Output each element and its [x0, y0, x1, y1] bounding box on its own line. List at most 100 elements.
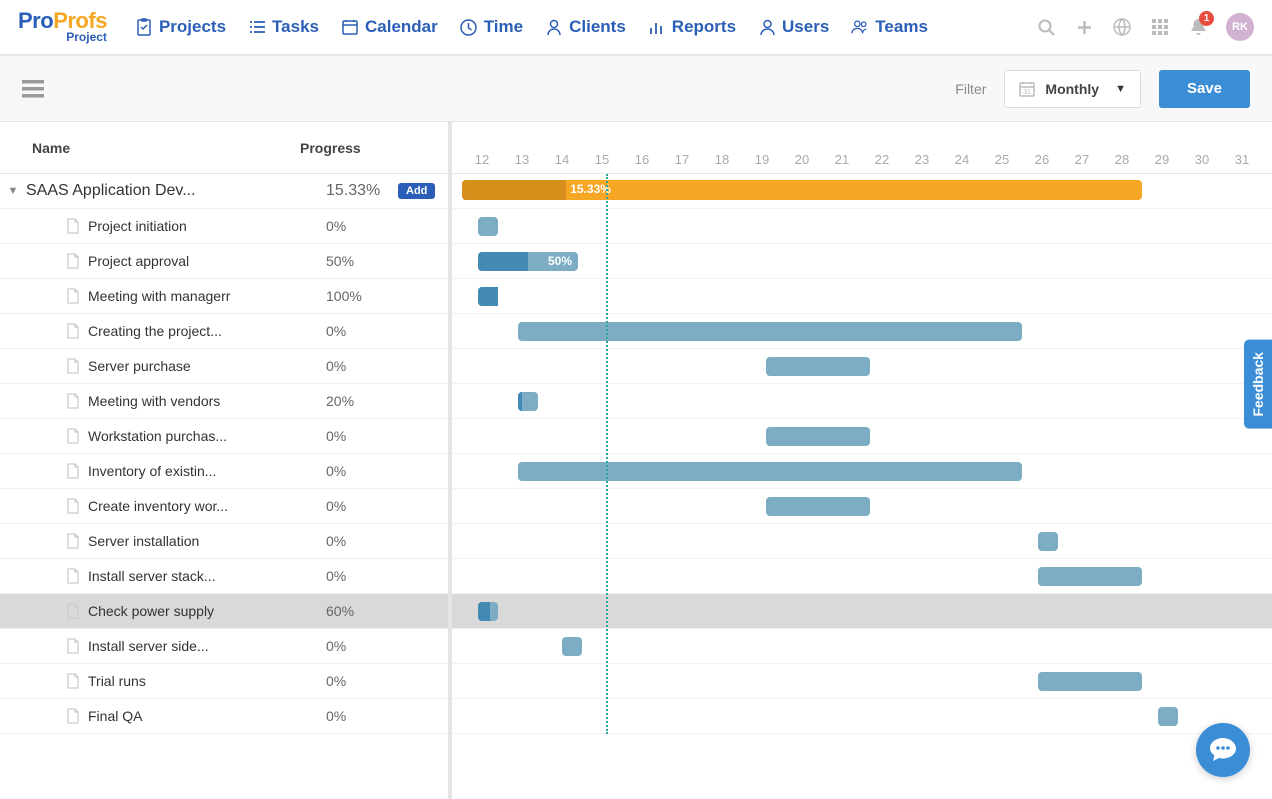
task-bar[interactable]: [518, 322, 1022, 341]
task-bar[interactable]: [1038, 567, 1142, 586]
clock-icon: [460, 18, 478, 36]
person-icon: [545, 18, 563, 36]
expand-icon[interactable]: ▼: [0, 185, 26, 197]
task-row[interactable]: Final QA 0%: [0, 699, 448, 734]
nav-tasks[interactable]: Tasks: [238, 11, 329, 43]
feedback-tab[interactable]: Feedback: [1244, 340, 1272, 429]
gantt-row: [452, 384, 1272, 419]
plus-icon[interactable]: [1074, 17, 1094, 37]
day-header: 27: [1062, 152, 1102, 167]
task-progress: 50%: [326, 253, 398, 269]
task-bar[interactable]: [478, 602, 498, 621]
task-row[interactable]: Server purchase0%: [0, 349, 448, 384]
task-name: Final QA: [88, 708, 142, 724]
task-bar[interactable]: [766, 357, 870, 376]
task-progress: 0%: [326, 533, 398, 549]
gantt-row: [452, 629, 1272, 664]
task-progress: 0%: [326, 568, 398, 584]
day-header: 29: [1142, 152, 1182, 167]
nav-projects[interactable]: Projects: [125, 11, 236, 43]
day-header: 19: [742, 152, 782, 167]
gantt-row: [452, 279, 1272, 314]
task-row[interactable]: Create inventory wor...0%: [0, 489, 448, 524]
nav-label: Tasks: [272, 17, 319, 37]
notification-badge: 1: [1199, 11, 1214, 26]
task-row[interactable]: Project approval 50%: [0, 244, 448, 279]
task-progress: 0%: [326, 463, 398, 479]
project-row[interactable]: ▼SAAS Application Dev...15.33%Add: [0, 174, 448, 209]
task-name: Project initiation: [88, 218, 187, 234]
task-bar[interactable]: [478, 217, 498, 236]
task-row[interactable]: Meeting with vendors20%: [0, 384, 448, 419]
file-icon: [66, 498, 80, 514]
logo[interactable]: ProProfs Project: [18, 10, 107, 44]
nav-time[interactable]: Time: [450, 11, 533, 43]
chat-button[interactable]: [1196, 723, 1250, 777]
period-dropdown[interactable]: 31 Monthly ▼: [1004, 70, 1141, 108]
task-bar[interactable]: 50%: [478, 252, 578, 271]
search-icon[interactable]: [1036, 17, 1056, 37]
task-name: Meeting with vendors: [88, 393, 220, 409]
task-row[interactable]: Creating the project...0%: [0, 314, 448, 349]
bar-label: 50%: [548, 254, 572, 268]
task-progress: 0%: [326, 323, 398, 339]
task-bar[interactable]: [518, 462, 1022, 481]
nav-label: Users: [782, 17, 829, 37]
column-name[interactable]: Name: [0, 140, 300, 156]
task-bar[interactable]: [766, 497, 870, 516]
task-row[interactable]: Server installation0%: [0, 524, 448, 559]
list-icon: [248, 18, 266, 36]
avatar[interactable]: RK: [1226, 13, 1254, 41]
gantt-row: [452, 699, 1272, 734]
file-icon: [66, 288, 80, 304]
file-icon: [66, 393, 80, 409]
nav-users[interactable]: Users: [748, 11, 839, 43]
task-name: Project approval: [88, 253, 189, 269]
task-bar[interactable]: [1038, 532, 1058, 551]
menu-icon[interactable]: [22, 80, 44, 98]
day-header: 31: [1222, 152, 1262, 167]
task-row[interactable]: Trial runs0%: [0, 664, 448, 699]
task-bar[interactable]: [766, 427, 870, 446]
task-progress: 0%: [326, 358, 398, 374]
bell-icon[interactable]: 1: [1188, 17, 1208, 37]
task-row[interactable]: Install server side...0%: [0, 629, 448, 664]
task-bar[interactable]: [478, 287, 498, 306]
task-row[interactable]: Workstation purchas...0%: [0, 419, 448, 454]
save-button[interactable]: Save: [1159, 70, 1250, 108]
task-progress: 0%: [326, 708, 398, 724]
day-header: 20: [782, 152, 822, 167]
day-header: 25: [982, 152, 1022, 167]
day-header: 26: [1022, 152, 1062, 167]
task-row[interactable]: Check power supply60%: [0, 594, 448, 629]
task-row[interactable]: Meeting with managerr100%: [0, 279, 448, 314]
task-row[interactable]: Project initiation0%: [0, 209, 448, 244]
gantt-row: 15.33%: [452, 174, 1272, 209]
nav-clients[interactable]: Clients: [535, 11, 636, 43]
task-progress: 0%: [326, 498, 398, 514]
file-icon: [66, 708, 80, 724]
project-progress: 15.33%: [326, 182, 398, 200]
column-progress[interactable]: Progress: [300, 140, 361, 156]
task-name: Install server stack...: [88, 568, 216, 584]
grid-icon[interactable]: [1150, 17, 1170, 37]
task-row[interactable]: Inventory of existin... 0%: [0, 454, 448, 489]
nav-teams[interactable]: Teams: [841, 11, 938, 43]
task-bar[interactable]: [562, 637, 582, 656]
clipboard-icon: [135, 18, 153, 36]
task-row[interactable]: Install server stack... 0%: [0, 559, 448, 594]
globe-icon[interactable]: [1112, 17, 1132, 37]
task-name: Meeting with managerr: [88, 288, 230, 304]
task-name: Inventory of existin...: [88, 463, 216, 479]
task-bar[interactable]: [518, 392, 538, 411]
nav-calendar[interactable]: Calendar: [331, 11, 448, 43]
task-bar[interactable]: [1038, 672, 1142, 691]
task-bar[interactable]: [1158, 707, 1178, 726]
chevron-down-icon: ▼: [1115, 83, 1126, 95]
project-bar[interactable]: 15.33%: [462, 180, 1142, 200]
add-button[interactable]: Add: [398, 183, 435, 199]
filter-label: Filter: [955, 81, 986, 97]
gantt-row: [452, 489, 1272, 524]
file-icon: [66, 218, 80, 234]
nav-reports[interactable]: Reports: [638, 11, 746, 43]
